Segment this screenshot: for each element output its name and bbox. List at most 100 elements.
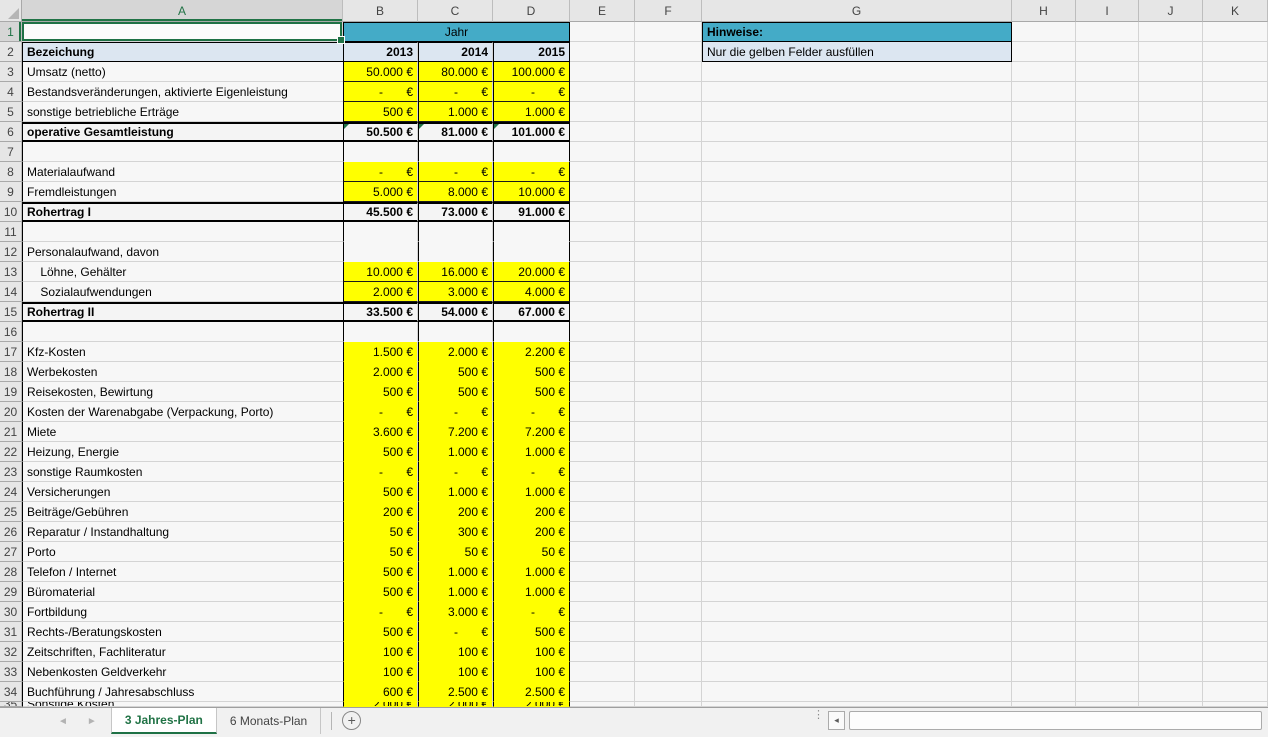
value-cell[interactable]: 1.000 € — [418, 102, 493, 122]
value-cell[interactable]: 8.000 € — [418, 182, 493, 202]
value-cell[interactable]: 1.000 € — [493, 442, 570, 462]
cell-empty[interactable] — [1076, 642, 1139, 662]
cell-empty[interactable] — [1139, 482, 1203, 502]
row-header-24[interactable]: 24 — [0, 482, 22, 502]
cell-empty[interactable] — [1139, 62, 1203, 82]
value-cell[interactable]: 3.000 € — [418, 282, 493, 302]
value-cell[interactable]: 1.000 € — [418, 562, 493, 582]
cell-empty[interactable] — [1139, 622, 1203, 642]
cell-empty[interactable] — [702, 262, 1012, 282]
cell-empty[interactable] — [1012, 182, 1076, 202]
row-label[interactable]: Personalaufwand, davon — [22, 242, 343, 262]
cell-empty[interactable] — [1203, 282, 1268, 302]
cell-empty[interactable] — [635, 422, 702, 442]
cell-empty[interactable] — [1203, 462, 1268, 482]
value-cell[interactable]: 3.600 € — [343, 422, 418, 442]
cell-empty[interactable] — [1203, 322, 1268, 342]
cell-a1-selected[interactable] — [22, 22, 343, 42]
value-cell[interactable]: 200 € — [418, 502, 493, 522]
cell-empty[interactable] — [570, 482, 635, 502]
cell-empty[interactable] — [1203, 302, 1268, 322]
cell-empty[interactable] — [1076, 102, 1139, 122]
cell-empty[interactable] — [570, 142, 635, 162]
value-cell[interactable]: 100 € — [343, 642, 418, 662]
cell-empty[interactable] — [1012, 22, 1076, 42]
row-label[interactable]: Zeitschriften, Fachliteratur — [22, 642, 343, 662]
cell-empty[interactable] — [1139, 22, 1203, 42]
cell-empty[interactable] — [1012, 102, 1076, 122]
row-header-5[interactable]: 5 — [0, 102, 22, 122]
value-cell[interactable]: 100 € — [343, 662, 418, 682]
next-sheet-icon[interactable]: ► — [87, 716, 97, 727]
cell-empty[interactable] — [635, 522, 702, 542]
cell-empty[interactable] — [1203, 682, 1268, 702]
row-label[interactable]: operative Gesamtleistung — [22, 122, 343, 142]
cell-empty[interactable] — [1076, 602, 1139, 622]
value-cell[interactable]: - € — [493, 82, 570, 102]
value-cell[interactable]: 500 € — [343, 582, 418, 602]
prev-sheet-icon[interactable]: ◄ — [58, 716, 68, 727]
row-header-22[interactable]: 22 — [0, 442, 22, 462]
cell-empty[interactable] — [1203, 482, 1268, 502]
cell-empty[interactable] — [635, 482, 702, 502]
value-cell[interactable]: 50 € — [418, 542, 493, 562]
value-cell[interactable]: 1.000 € — [418, 442, 493, 462]
cell-empty[interactable] — [1203, 602, 1268, 622]
cell-empty[interactable] — [1139, 262, 1203, 282]
cell-empty[interactable] — [1139, 422, 1203, 442]
cell-empty[interactable] — [570, 442, 635, 462]
cell-e2[interactable] — [570, 42, 635, 62]
cell-empty[interactable] — [1076, 262, 1139, 282]
cell-empty[interactable] — [1076, 222, 1139, 242]
cell-empty[interactable] — [1076, 322, 1139, 342]
cell-empty[interactable] — [702, 322, 1012, 342]
cell-empty[interactable] — [1139, 342, 1203, 362]
hinweise-title-cell[interactable]: Hinweise: — [702, 22, 1012, 42]
value-cell[interactable]: 1.000 € — [493, 582, 570, 602]
cell-empty[interactable] — [635, 362, 702, 382]
cell-empty[interactable] — [1076, 302, 1139, 322]
year-header-cell[interactable]: 2014 — [418, 42, 493, 62]
row-header-15[interactable]: 15 — [0, 302, 22, 322]
row-header-2[interactable]: 2 — [0, 42, 22, 62]
cell-empty[interactable] — [702, 542, 1012, 562]
cell-empty[interactable] — [635, 102, 702, 122]
value-cell[interactable] — [493, 222, 570, 242]
cell-f1[interactable] — [635, 22, 702, 42]
hscroll-thumb[interactable] — [849, 711, 1262, 730]
value-cell[interactable]: - € — [343, 602, 418, 622]
value-cell[interactable]: 500 € — [493, 382, 570, 402]
row-label[interactable]: Buchführung / Jahresabschluss — [22, 682, 343, 702]
cell-empty[interactable] — [1012, 462, 1076, 482]
cell-empty[interactable] — [635, 342, 702, 362]
value-cell[interactable]: 80.000 € — [418, 62, 493, 82]
value-cell[interactable] — [418, 322, 493, 342]
cell-empty[interactable] — [1076, 282, 1139, 302]
value-cell[interactable]: - € — [343, 162, 418, 182]
cell-empty[interactable] — [570, 642, 635, 662]
value-cell[interactable]: 200 € — [343, 502, 418, 522]
cell-empty[interactable] — [635, 182, 702, 202]
cell-empty[interactable] — [635, 502, 702, 522]
cell-empty[interactable] — [1012, 262, 1076, 282]
value-cell[interactable] — [343, 242, 418, 262]
cell-empty[interactable] — [570, 222, 635, 242]
row-label[interactable]: Umsatz (netto) — [22, 62, 343, 82]
cell-empty[interactable] — [635, 382, 702, 402]
row-header-6[interactable]: 6 — [0, 122, 22, 142]
value-cell[interactable]: 500 € — [493, 622, 570, 642]
cell-empty[interactable] — [635, 402, 702, 422]
cell-empty[interactable] — [1139, 42, 1203, 62]
cell-empty[interactable] — [570, 82, 635, 102]
cell-empty[interactable] — [1203, 102, 1268, 122]
value-cell[interactable]: - € — [418, 622, 493, 642]
cell-empty[interactable] — [570, 122, 635, 142]
cell-empty[interactable] — [635, 562, 702, 582]
cell-empty[interactable] — [702, 682, 1012, 702]
cell-empty[interactable] — [635, 302, 702, 322]
value-cell[interactable]: 100.000 € — [493, 62, 570, 82]
cell-empty[interactable] — [702, 562, 1012, 582]
cell-empty[interactable] — [1076, 522, 1139, 542]
value-cell[interactable] — [418, 222, 493, 242]
cell-empty[interactable] — [1139, 102, 1203, 122]
